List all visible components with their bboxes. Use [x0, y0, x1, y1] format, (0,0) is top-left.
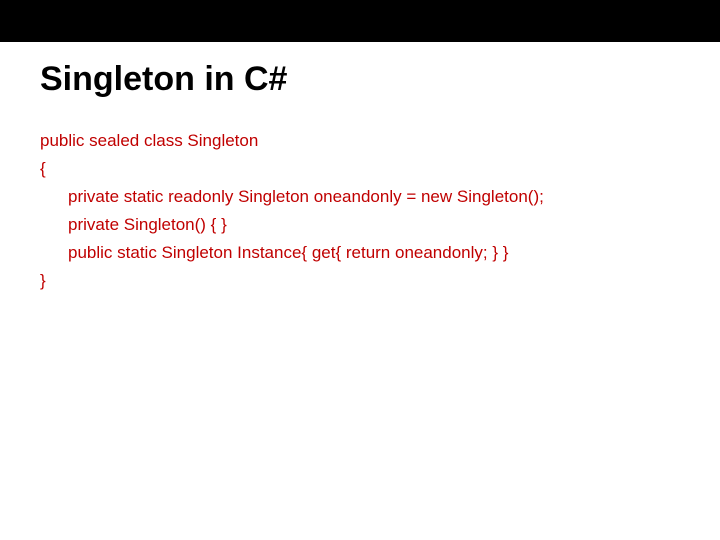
slide-content: Singleton in C# public sealed class Sing… — [0, 42, 720, 295]
code-block: public sealed class Singleton { private … — [40, 127, 680, 295]
code-line: public sealed class Singleton — [40, 127, 680, 155]
top-bar — [0, 0, 720, 42]
slide-title: Singleton in C# — [40, 60, 680, 99]
code-line: private Singleton() { } — [40, 211, 680, 239]
code-line: } — [40, 267, 680, 295]
code-line: public static Singleton Instance{ get{ r… — [40, 239, 680, 267]
code-line: { — [40, 155, 680, 183]
code-line: private static readonly Singleton oneand… — [40, 183, 680, 211]
